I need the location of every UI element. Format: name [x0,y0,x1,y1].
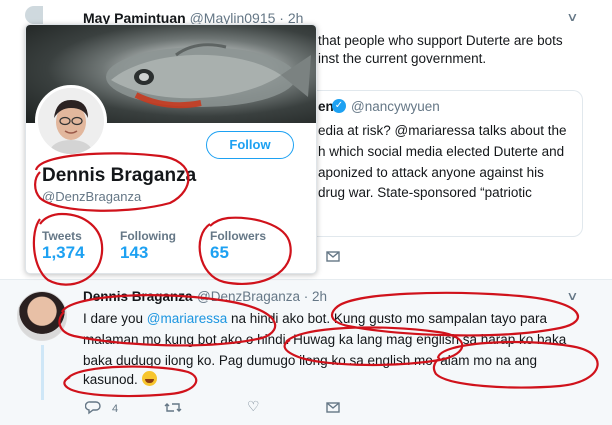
reply-menu-chevron-icon[interactable]: ∨ [566,289,578,303]
follow-button[interactable]: Follow [206,131,294,159]
reply-text-line-4: kasunod. [83,370,157,390]
reply-avatar[interactable] [17,291,67,341]
conversation-thread-line [41,345,44,400]
like-heart-icon[interactable]: ♡ [247,398,260,415]
reply-author-name[interactable]: Dennis Braganza [83,289,193,304]
quoted-text-line: h which social media elected Duterte and [318,144,565,159]
reply-author-handle[interactable]: @DenzBraganza · 2h [197,289,327,304]
profile-hover-card[interactable]: Follow Dennis Braganza @DenzBraganza Twe… [25,24,317,274]
stat-value: 1,374 [42,243,85,262]
tweet-avatar-partial[interactable] [25,6,43,24]
direct-message-icon[interactable] [326,401,340,419]
tweet-menu-chevron-icon[interactable]: ∨ [566,10,578,24]
stat-tweets[interactable]: Tweets 1,374 [42,229,85,263]
retweet-icon[interactable] [164,401,182,419]
stat-following[interactable]: Following 143 [120,229,176,263]
reply-text-line-3: baka dudugo ilong ko. Pag dumugo ilong k… [83,353,538,368]
profile-handle[interactable]: @DenzBraganza [42,189,141,204]
reply-comment-icon[interactable] [84,400,101,420]
stat-value: 143 [120,243,149,262]
direct-message-icon[interactable] [326,250,340,266]
stat-value: 65 [210,243,229,262]
tweet-text-line: that people who support Duterte are bots [318,33,563,48]
reply-text-segment: I dare you [83,311,147,326]
profile-name[interactable]: Dennis Braganza [42,165,196,187]
reply-text-line-1: I dare you @mariaressa na hindi ako bot.… [83,309,547,329]
stat-followers[interactable]: Followers 65 [210,229,266,263]
stat-label: Tweets [42,229,82,243]
reply-count: 4 [112,403,119,415]
verified-badge-icon: ✓ [332,99,346,113]
stat-label: Followers [210,229,267,243]
reply-text-segment: na hindi ako bot. Kung gusto mo sampalan… [227,311,547,326]
profile-avatar[interactable] [35,85,107,157]
reply-text-segment: kasunod. [83,372,142,387]
quoted-author-handle[interactable]: @nancywyuen [351,99,440,114]
quoted-text-line: drug war. State-sponsored “patriotic [318,185,532,200]
quoted-text-line: edia at risk? @mariaressa talks about th… [318,123,567,138]
mention-link[interactable]: @mariaressa [147,311,227,326]
laughing-emoji-icon [141,371,157,386]
stat-label: Following [120,229,176,243]
tweet-text-line: inst the current government. [318,51,487,66]
reply-text-line-2: malaman mo kung bot ako o hindi. Huwag k… [83,332,567,347]
quoted-text-line: aponized to attack anyone against his [318,165,544,180]
